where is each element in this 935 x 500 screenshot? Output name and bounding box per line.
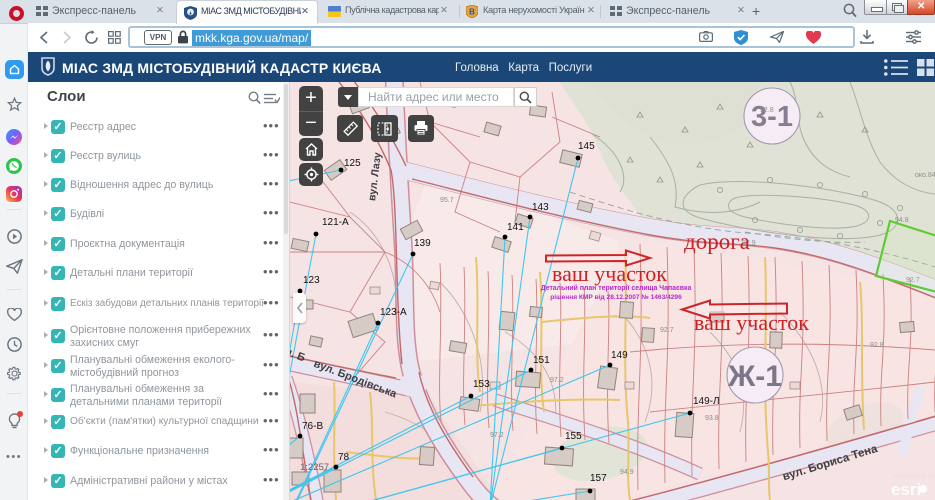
svg-text:B: B	[469, 8, 475, 17]
svg-text:дорога: дорога	[684, 229, 750, 254]
svg-text:ваш участок: ваш участок	[552, 261, 667, 286]
svg-text:76-В: 76-В	[302, 421, 323, 432]
svg-text:155: 155	[565, 431, 582, 442]
svg-text:1:2257: 1:2257	[300, 462, 329, 473]
svg-text:94.9: 94.9	[620, 469, 634, 476]
svg-text:92.8: 92.8	[760, 107, 774, 114]
svg-text:3-1: 3-1	[751, 101, 793, 133]
svg-text:око.84: око.84	[915, 172, 935, 179]
svg-text:149-Л: 149-Л	[693, 396, 720, 407]
svg-text:esri: esri	[891, 480, 921, 499]
svg-text:121-А: 121-А	[322, 217, 349, 228]
svg-text:157: 157	[590, 473, 607, 484]
svg-text:92.8: 92.8	[870, 342, 884, 349]
svg-text:151: 151	[533, 355, 550, 366]
svg-text:141: 141	[507, 222, 524, 233]
svg-text:123: 123	[303, 275, 320, 286]
svg-text:125: 125	[344, 158, 361, 169]
svg-text:97.2: 97.2	[550, 377, 564, 384]
svg-text:145: 145	[578, 141, 595, 152]
svg-text:95.7: 95.7	[440, 197, 454, 204]
svg-text:93.8: 93.8	[705, 415, 719, 422]
svg-text:ваш участок: ваш участок	[694, 310, 809, 335]
svg-text:143: 143	[532, 202, 549, 213]
svg-text:92.7: 92.7	[660, 327, 674, 334]
svg-text:рішення КМР від 28.12.2007 № 1: рішення КМР від 28.12.2007 № 1463/4296	[550, 293, 682, 301]
svg-text:123-А: 123-А	[380, 307, 407, 318]
svg-text:97.2: 97.2	[490, 432, 504, 439]
svg-text:153: 153	[473, 379, 490, 390]
svg-text:Ж-1: Ж-1	[727, 360, 782, 393]
svg-text:139: 139	[414, 238, 431, 249]
svg-text:78: 78	[338, 452, 350, 463]
svg-text:149: 149	[611, 350, 628, 361]
